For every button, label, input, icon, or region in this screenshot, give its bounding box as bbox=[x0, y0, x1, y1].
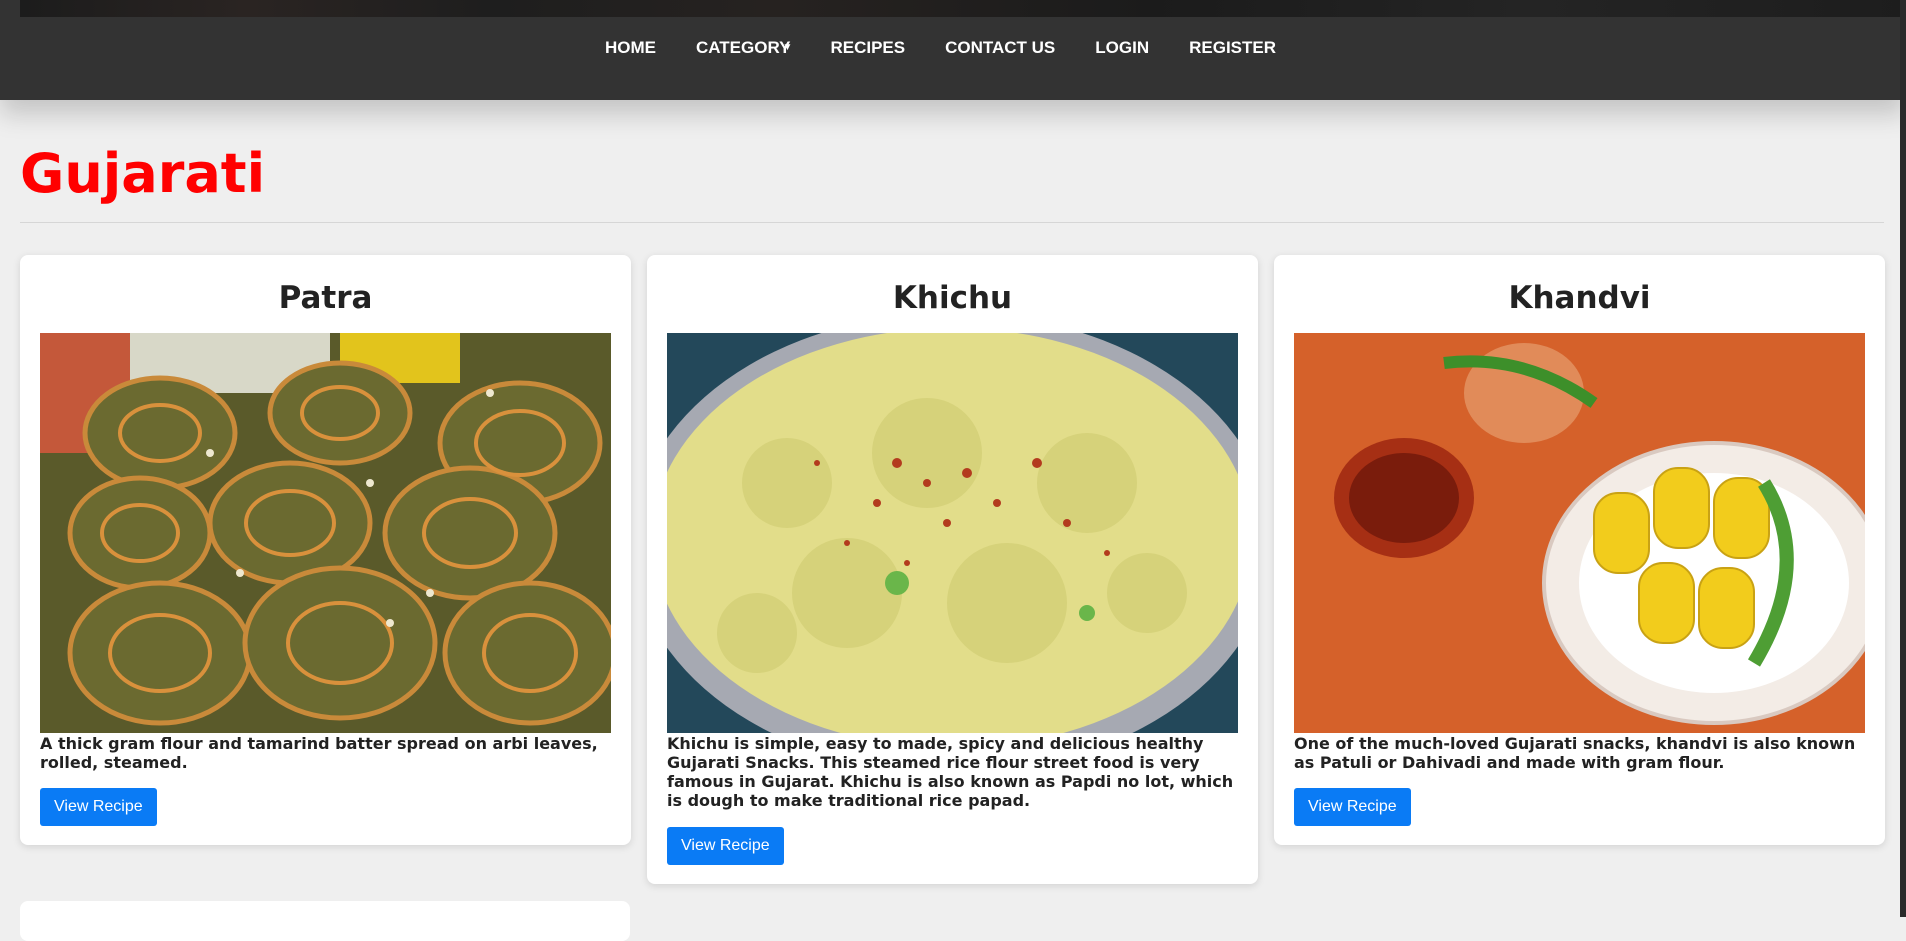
nav-login-link[interactable]: LOGIN bbox=[1095, 38, 1149, 58]
recipe-title: Patra bbox=[278, 280, 373, 316]
nav-category-link[interactable]: CATEGORY ▼ bbox=[696, 38, 793, 58]
recipe-card-partial bbox=[20, 901, 630, 941]
recipe-card-khandvi: Khandvi One of the much-loved Gujarati s… bbox=[1274, 255, 1885, 845]
title-divider bbox=[20, 222, 1884, 223]
recipe-image-patra bbox=[40, 333, 611, 733]
recipe-image-khichu bbox=[667, 333, 1238, 733]
nav-recipes-link[interactable]: RECIPES bbox=[830, 38, 905, 58]
recipe-image-khandvi bbox=[1294, 333, 1865, 733]
nav-category-label: CATEGORY bbox=[696, 38, 791, 57]
main-nav: HOME CATEGORY ▼ RECIPES CONTACT US LOGIN … bbox=[605, 38, 1276, 58]
recipe-title: Khichu bbox=[892, 280, 1013, 316]
recipe-card-khichu: Khichu Khichu is simple, easy to made, s… bbox=[647, 255, 1258, 884]
recipe-description: A thick gram flour and tamarind batter s… bbox=[40, 734, 598, 772]
nav-register-link[interactable]: REGISTER bbox=[1189, 38, 1276, 58]
view-recipe-button-khichu[interactable]: View Recipe bbox=[667, 827, 784, 865]
view-recipe-button-khandvi[interactable]: View Recipe bbox=[1294, 788, 1411, 826]
khandvi-photo bbox=[1294, 333, 1865, 733]
top-navbar: HOME CATEGORY ▼ RECIPES CONTACT US LOGIN … bbox=[0, 0, 1906, 100]
khichu-photo bbox=[667, 333, 1238, 733]
recipe-card-patra: Patra A thick gram flour and tamarind ba… bbox=[20, 255, 631, 845]
recipe-title: Khandvi bbox=[1508, 280, 1651, 316]
recipe-description: Khichu is simple, easy to made, spicy an… bbox=[667, 734, 1234, 810]
header-banner-strip bbox=[20, 0, 1906, 17]
chevron-down-icon: ▼ bbox=[782, 42, 793, 53]
nav-contact-link[interactable]: CONTACT US bbox=[945, 38, 1055, 58]
page-title: Gujarati bbox=[20, 142, 266, 205]
patra-photo bbox=[40, 333, 611, 733]
recipe-description: One of the much-loved Gujarati snacks, k… bbox=[1294, 734, 1856, 772]
view-recipe-button-patra[interactable]: View Recipe bbox=[40, 788, 157, 826]
window-edge bbox=[1900, 0, 1906, 917]
nav-home-link[interactable]: HOME bbox=[605, 38, 656, 58]
